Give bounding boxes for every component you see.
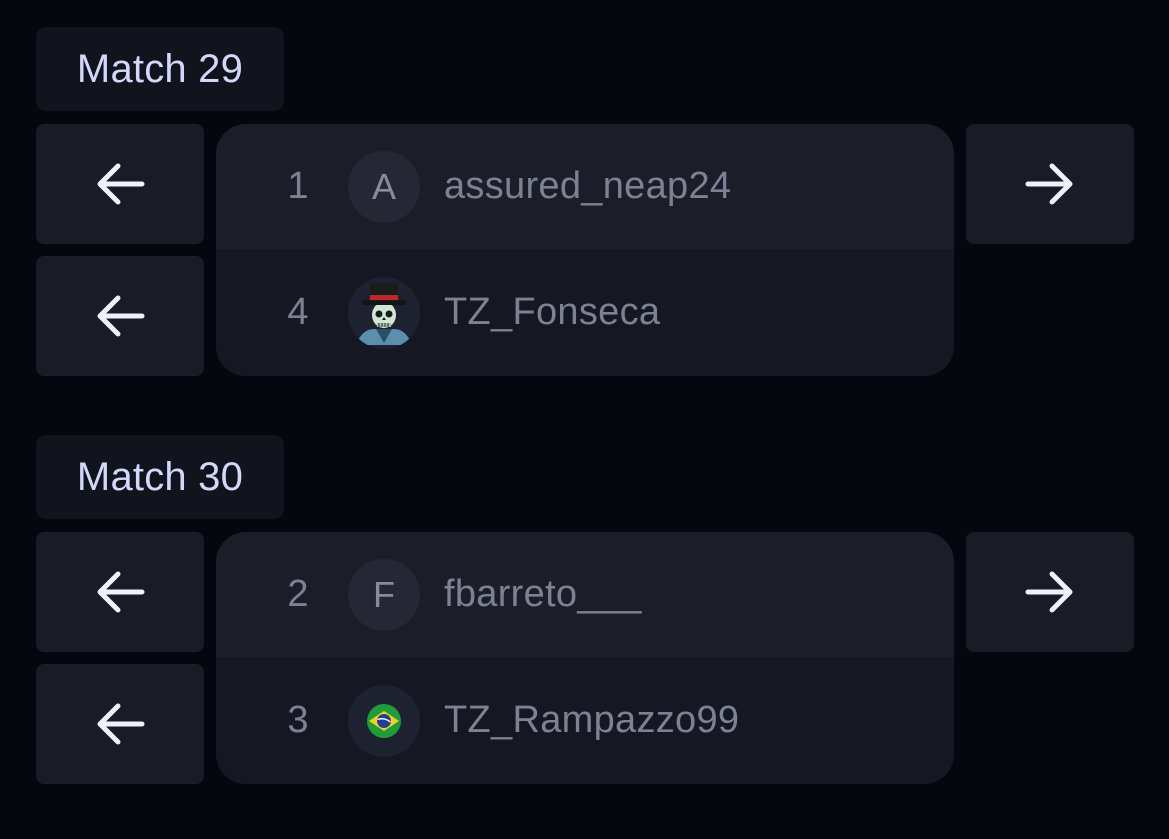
move-left-button-bottom[interactable] bbox=[36, 664, 204, 784]
match-card: 1 A assured_neap24 4 TZ_Fonseca bbox=[216, 124, 954, 376]
move-left-button-bottom[interactable] bbox=[36, 256, 204, 376]
arrow-right-icon bbox=[1025, 571, 1073, 613]
match-label: Match 30 bbox=[36, 435, 284, 519]
bracket-view: Match 29 1 A assured_neap24 4 TZ_Fonseca… bbox=[0, 0, 1169, 839]
arrow-right-icon bbox=[1025, 163, 1073, 205]
player-name: assured_neap24 bbox=[444, 165, 732, 207]
player-seed: 2 bbox=[287, 573, 309, 615]
player-slot[interactable]: 3 TZ_Rampazzo99 bbox=[216, 657, 954, 784]
player-slot[interactable]: 1 A assured_neap24 bbox=[216, 124, 954, 249]
move-right-button[interactable] bbox=[966, 124, 1134, 244]
arrow-left-icon bbox=[97, 163, 145, 205]
arrow-left-icon bbox=[97, 571, 145, 613]
arrow-left-icon bbox=[97, 295, 145, 337]
skeleton-top-hat-avatar bbox=[348, 276, 420, 349]
move-left-button-top[interactable] bbox=[36, 532, 204, 652]
move-left-button-top[interactable] bbox=[36, 124, 204, 244]
match-card: 2 F fbarreto___ 3 TZ_Rampazzo99 bbox=[216, 532, 954, 784]
player-seed: 4 bbox=[287, 291, 309, 333]
player-name: TZ_Fonseca bbox=[444, 291, 661, 333]
player-name: TZ_Rampazzo99 bbox=[444, 699, 740, 741]
player-seed: 1 bbox=[287, 165, 309, 207]
arrow-left-icon bbox=[97, 703, 145, 745]
letter-avatar: A bbox=[348, 150, 420, 223]
player-name: fbarreto___ bbox=[444, 573, 642, 615]
match-label: Match 29 bbox=[36, 27, 284, 111]
player-seed: 3 bbox=[287, 699, 309, 741]
player-slot[interactable]: 2 F fbarreto___ bbox=[216, 532, 954, 657]
letter-avatar: F bbox=[348, 558, 420, 631]
move-right-button[interactable] bbox=[966, 532, 1134, 652]
brazil-flag-avatar bbox=[348, 684, 420, 757]
player-slot[interactable]: 4 TZ_Fonseca bbox=[216, 249, 954, 376]
